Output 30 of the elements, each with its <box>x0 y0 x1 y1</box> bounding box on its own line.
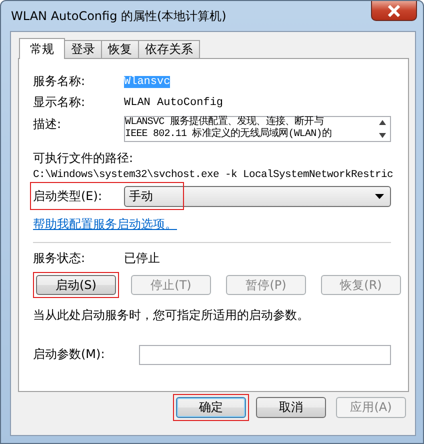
help-link[interactable]: 帮助我配置服务启动选项。 <box>33 216 177 233</box>
service-button[interactable]: 启动(S) <box>36 275 116 295</box>
field-label: 服务状态: <box>33 250 86 267</box>
dialog-button[interactable]: 取消 <box>256 397 326 418</box>
scroll-down-icon[interactable] <box>379 133 386 138</box>
path-text: C:\Windows\system32\svchost.exe -k LocalSystemNetworkRestric <box>33 169 391 181</box>
close-icon <box>387 4 401 16</box>
hint-text: 当从此处启动服务时，您可指定所适用的启动参数。 <box>33 307 310 324</box>
description-text: IEEE 802.11 标准定义的无线局域网(WLAN)的 <box>125 129 332 141</box>
dialog-button[interactable]: 确定 <box>176 397 246 418</box>
startup-type-dropdown[interactable]: 手动 <box>124 186 391 207</box>
field-value: 已停止 <box>124 250 160 267</box>
field-label: 服务名称: <box>33 73 86 90</box>
field-value: Wlansvc <box>124 76 170 88</box>
tab[interactable]: 依存关系 <box>138 40 200 58</box>
field-label: 显示名称: <box>33 94 86 111</box>
description-text: WLANSVC 服务提供配置、发现、连接、断开与 <box>125 117 324 128</box>
field-label: 启动参数(M): <box>33 346 106 363</box>
field-label: 描述: <box>33 116 62 133</box>
field-value: WLAN AutoConfig <box>124 96 224 108</box>
window-title: WLAN AutoConfig 的属性(本地计算机) <box>11 8 226 25</box>
field-label: 可执行文件的路径: <box>33 150 134 167</box>
close-button[interactable] <box>371 1 417 21</box>
tab[interactable]: 恢复 <box>101 40 139 58</box>
scroll-up-icon[interactable] <box>379 120 386 125</box>
tab[interactable]: 常规 <box>19 38 65 59</box>
tab[interactable]: 登录 <box>64 40 102 58</box>
dropdown-arrow-icon <box>375 194 384 199</box>
field-label: 启动类型(E): <box>33 188 103 205</box>
start-parameters-field[interactable] <box>139 344 391 364</box>
